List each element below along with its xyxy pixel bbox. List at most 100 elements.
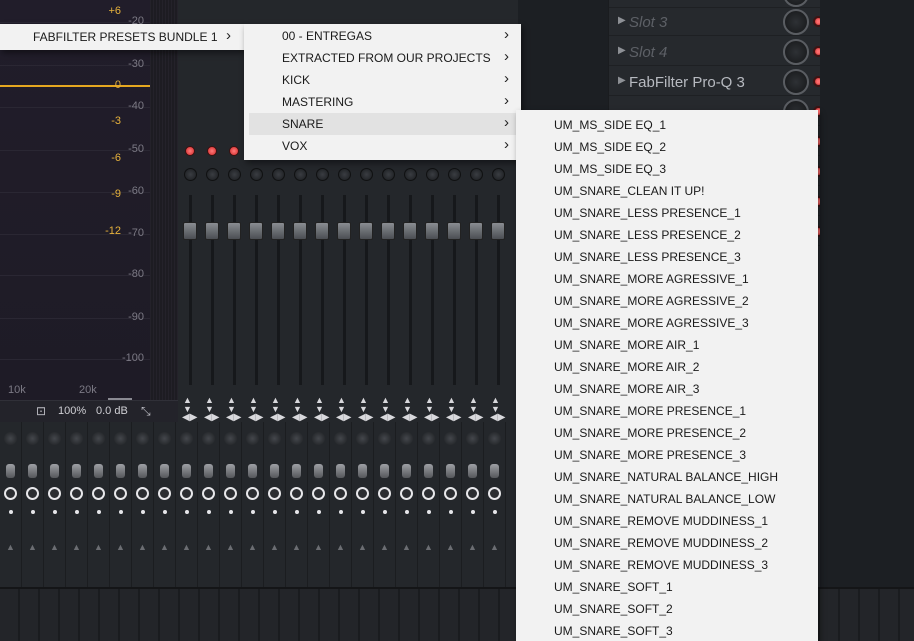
volume-fader[interactable]	[403, 222, 417, 240]
send-switch[interactable]	[336, 464, 345, 478]
send-knob[interactable]	[202, 432, 215, 445]
clock-icon[interactable]	[4, 487, 17, 500]
pan-knob[interactable]	[426, 168, 439, 181]
menu-item-preset[interactable]: UM_SNARE_LESS PRESENCE_3	[516, 246, 818, 268]
menu-item-preset[interactable]: UM_SNARE_MORE AIR_3	[516, 378, 818, 400]
route-dot[interactable]	[317, 510, 321, 514]
route-dot[interactable]	[339, 510, 343, 514]
route-dot[interactable]	[53, 510, 57, 514]
menu-item-category[interactable]: KICK ›	[249, 69, 516, 91]
clock-icon[interactable]	[444, 487, 457, 500]
expand-icon[interactable]: ⤡	[141, 404, 151, 419]
clock-icon[interactable]	[158, 487, 171, 500]
slot-mix-knob[interactable]	[783, 0, 809, 7]
route-dot[interactable]	[163, 510, 167, 514]
send-switch[interactable]	[6, 464, 15, 478]
volume-fader[interactable]	[337, 222, 351, 240]
volume-fader[interactable]	[469, 222, 483, 240]
menu-item-preset[interactable]: UM_SNARE_NATURAL BALANCE_HIGH	[516, 466, 818, 488]
clock-icon[interactable]	[114, 487, 127, 500]
menu-item-preset[interactable]: UM_SNARE_MORE PRESENCE_1	[516, 400, 818, 422]
route-dot[interactable]	[31, 510, 35, 514]
send-switch[interactable]	[50, 464, 59, 478]
clock-icon[interactable]	[422, 487, 435, 500]
volume-fader[interactable]	[227, 222, 241, 240]
insert-active-led[interactable]	[229, 146, 239, 156]
send-knob[interactable]	[180, 432, 193, 445]
send-knob[interactable]	[290, 432, 303, 445]
pan-knob[interactable]	[382, 168, 395, 181]
effect-slot[interactable]: ▶ Slot 4	[609, 38, 827, 66]
clock-icon[interactable]	[378, 487, 391, 500]
pan-knob[interactable]	[404, 168, 417, 181]
send-switch[interactable]	[314, 464, 323, 478]
route-dot[interactable]	[273, 510, 277, 514]
triangle-right-icon[interactable]: ▶	[618, 15, 626, 26]
slot-name[interactable]: FabFilter Pro-Q 3	[629, 74, 745, 91]
volume-fader[interactable]	[381, 222, 395, 240]
effect-slot[interactable]: ▶ FabFilter Pro-Q 3	[609, 68, 827, 96]
send-switch[interactable]	[72, 464, 81, 478]
send-knob[interactable]	[4, 432, 17, 445]
send-switch[interactable]	[468, 464, 477, 478]
menu-item-fabfilter-bundle[interactable]: FABFILTER PRESETS BUNDLE 1 ›	[0, 26, 244, 48]
save-icon[interactable]: ⊡	[36, 404, 46, 418]
send-switch[interactable]	[446, 464, 455, 478]
menu-item-preset[interactable]: UM_SNARE_SOFT_2	[516, 598, 818, 620]
volume-fader[interactable]	[249, 222, 263, 240]
volume-fader[interactable]	[491, 222, 505, 240]
send-knob[interactable]	[312, 432, 325, 445]
volume-fader[interactable]	[359, 222, 373, 240]
send-switch[interactable]	[424, 464, 433, 478]
send-knob[interactable]	[26, 432, 39, 445]
send-knob[interactable]	[268, 432, 281, 445]
clock-icon[interactable]	[246, 487, 259, 500]
send-switch[interactable]	[94, 464, 103, 478]
clock-icon[interactable]	[312, 487, 325, 500]
menu-item-preset[interactable]: UM_MS_SIDE EQ_2	[516, 136, 818, 158]
send-knob[interactable]	[334, 432, 347, 445]
volume-fader[interactable]	[293, 222, 307, 240]
triangle-right-icon[interactable]: ▶	[618, 45, 626, 56]
route-dot[interactable]	[427, 510, 431, 514]
clock-icon[interactable]	[268, 487, 281, 500]
pan-knob[interactable]	[272, 168, 285, 181]
menu-item-category[interactable]: VOX ›	[249, 135, 516, 157]
menu-item-preset[interactable]: UM_SNARE_MORE AGRESSIVE_3	[516, 312, 818, 334]
menu-item-preset[interactable]: UM_SNARE_SOFT_1	[516, 576, 818, 598]
menu-item-preset[interactable]: UM_SNARE_REMOVE MUDDINESS_3	[516, 554, 818, 576]
route-dot[interactable]	[185, 510, 189, 514]
route-dot[interactable]	[383, 510, 387, 514]
send-knob[interactable]	[70, 432, 83, 445]
send-knob[interactable]	[444, 432, 457, 445]
menu-item-preset[interactable]: UM_SNARE_MORE AIR_1	[516, 334, 818, 356]
clock-icon[interactable]	[70, 487, 83, 500]
volume-fader[interactable]	[315, 222, 329, 240]
route-dot[interactable]	[493, 510, 497, 514]
slot-mix-knob[interactable]	[783, 39, 809, 65]
send-knob[interactable]	[158, 432, 171, 445]
slot-mix-knob[interactable]	[783, 69, 809, 95]
send-knob[interactable]	[488, 432, 501, 445]
pan-knob[interactable]	[294, 168, 307, 181]
send-switch[interactable]	[358, 464, 367, 478]
menu-item-category[interactable]: 00 - ENTREGAS ›	[249, 25, 516, 47]
route-dot[interactable]	[229, 510, 233, 514]
pan-knob[interactable]	[492, 168, 505, 181]
zoom-value[interactable]: 100%	[58, 405, 86, 417]
menu-item-preset[interactable]: UM_SNARE_SOFT_3	[516, 620, 818, 641]
menu-item-preset[interactable]: UM_SNARE_MORE AGRESSIVE_1	[516, 268, 818, 290]
pan-knob[interactable]	[184, 168, 197, 181]
triangle-right-icon[interactable]: ▶	[618, 75, 626, 86]
clock-icon[interactable]	[334, 487, 347, 500]
pan-knob[interactable]	[316, 168, 329, 181]
route-dot[interactable]	[207, 510, 211, 514]
pan-knob[interactable]	[206, 168, 219, 181]
route-dot[interactable]	[97, 510, 101, 514]
effect-slot[interactable]: ▶ Slot 3	[609, 8, 827, 36]
volume-fader[interactable]	[205, 222, 219, 240]
output-gain-value[interactable]: 0.0 dB	[96, 405, 128, 417]
clock-icon[interactable]	[136, 487, 149, 500]
menu-item-preset[interactable]: UM_SNARE_NATURAL BALANCE_LOW	[516, 488, 818, 510]
send-switch[interactable]	[380, 464, 389, 478]
